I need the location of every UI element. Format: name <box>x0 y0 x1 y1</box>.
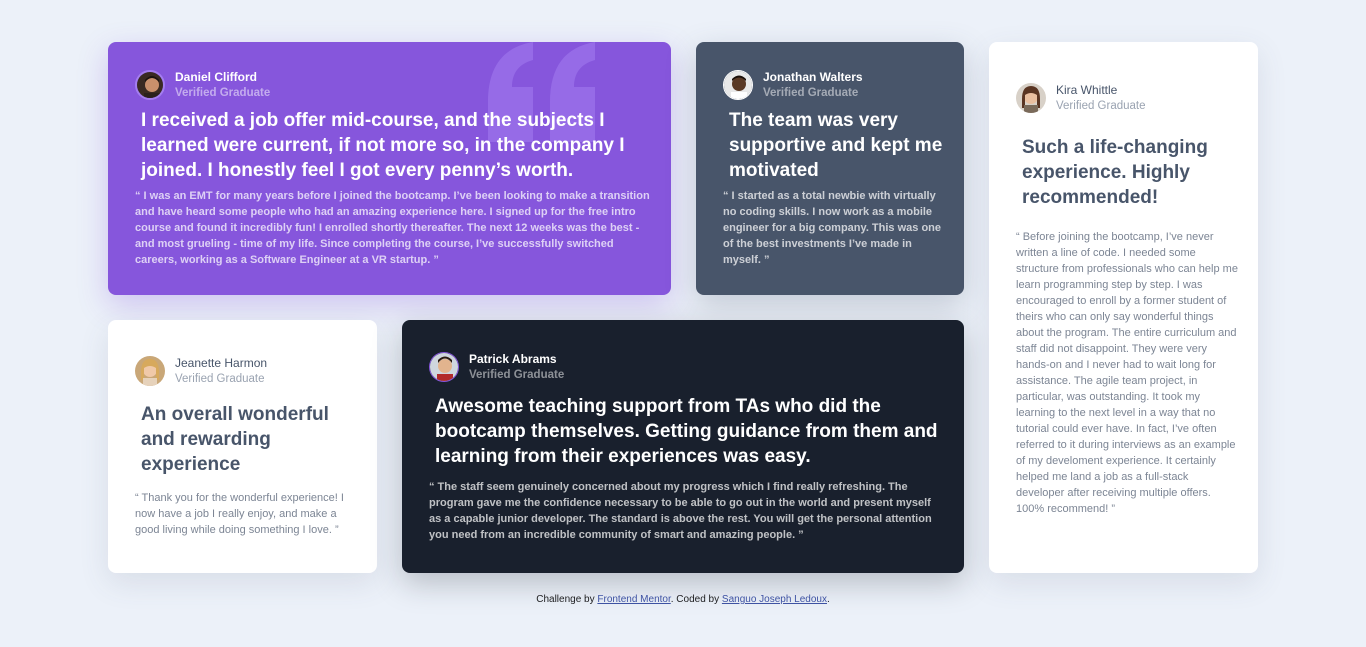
author-name: Jeanette Harmon <box>175 356 268 370</box>
testimonial-headline: The team was very supportive and kept me… <box>729 110 943 181</box>
author-name: Patrick Abrams <box>469 352 557 366</box>
testimonial-headline: An overall wonderful and rewarding exper… <box>141 404 329 475</box>
testimonial-body: “ The staff seem genuinely concerned abo… <box>429 481 932 541</box>
testimonial-card-patrick: Patrick Abrams Verified Graduate Awesome… <box>402 320 964 573</box>
author: Patrick Abrams Verified Graduate <box>429 351 564 383</box>
author: Kira Whittle Verified Graduate <box>1016 82 1146 114</box>
testimonial-card-kira: Kira Whittle Verified Graduate Such a li… <box>989 42 1258 573</box>
author-role: Verified Graduate <box>1056 100 1146 112</box>
author-name: Daniel Clifford <box>175 70 258 84</box>
author-role: Verified Graduate <box>469 369 565 381</box>
testimonial-card-daniel: Daniel Clifford Verified Graduate I rece… <box>108 42 671 295</box>
testimonial-headline: I received a job offer mid-course, and t… <box>141 110 625 181</box>
testimonial-headline: Such a life-changing experience. Highly … <box>1022 137 1208 208</box>
author: Daniel Clifford Verified Graduate <box>135 69 270 101</box>
author-role: Verified Graduate <box>175 373 265 385</box>
footer-suffix: . <box>827 594 830 605</box>
avatar <box>429 352 459 382</box>
testimonial-body: “ I was an EMT for many years before I j… <box>135 190 650 266</box>
testimonial-headline: Awesome teaching support from TAs who di… <box>435 396 938 467</box>
author-link[interactable]: Sanguo Joseph Ledoux <box>722 594 827 605</box>
avatar <box>135 70 165 100</box>
avatar <box>723 70 753 100</box>
author: Jonathan Walters Verified Graduate <box>723 69 863 101</box>
footer-prefix: Challenge by <box>536 594 595 605</box>
avatar <box>1016 83 1046 113</box>
author: Jeanette Harmon Verified Graduate <box>135 355 267 387</box>
author-role: Verified Graduate <box>175 87 271 99</box>
footer-middle: . Coded by <box>670 594 720 605</box>
attribution-footer: Challenge by Frontend Mentor. Coded by S… <box>0 594 1366 605</box>
author-role: Verified Graduate <box>763 87 859 99</box>
testimonial-body: “ Before joining the bootcamp, I’ve neve… <box>1016 231 1238 515</box>
frontend-mentor-link[interactable]: Frontend Mentor <box>597 594 670 605</box>
testimonial-card-jeanette: Jeanette Harmon Verified Graduate An ove… <box>108 320 377 573</box>
testimonial-body: “ I started as a total newbie with virtu… <box>723 190 942 266</box>
testimonial-card-jonathan: Jonathan Walters Verified Graduate The t… <box>696 42 964 295</box>
avatar <box>135 356 165 386</box>
author-name: Kira Whittle <box>1056 83 1118 97</box>
author-name: Jonathan Walters <box>763 70 863 84</box>
testimonial-body: “ Thank you for the wonderful experience… <box>135 492 344 536</box>
